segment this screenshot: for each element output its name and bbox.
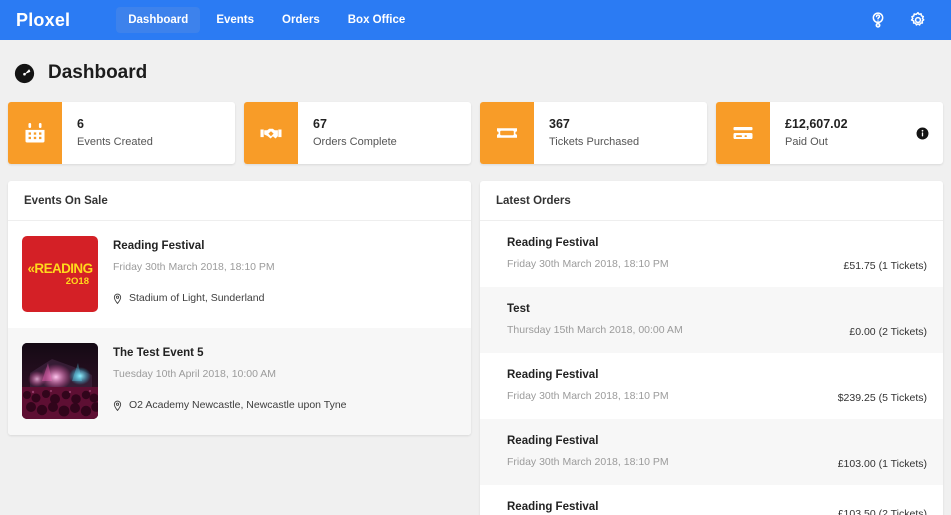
stat-value: 367 bbox=[549, 117, 570, 132]
stat-icon-container bbox=[8, 102, 62, 164]
stat-body: 367 Tickets Purchased bbox=[534, 102, 707, 164]
stat-card-orders-complete[interactable]: 67 Orders Complete bbox=[244, 102, 471, 164]
page-header: Dashboard bbox=[0, 40, 951, 102]
ticket-icon bbox=[495, 121, 519, 145]
stat-label: Events Created bbox=[77, 136, 153, 149]
order-amount: £103.00 (1 Tickets) bbox=[837, 458, 927, 470]
order-event-name: Test bbox=[507, 303, 530, 315]
events-on-sale-panel: Events On Sale «READING 2O18 Reading Fes… bbox=[8, 181, 471, 435]
page-title: Dashboard bbox=[48, 62, 148, 83]
event-thumbnail: «READING 2O18 bbox=[22, 236, 98, 312]
credit-card-icon bbox=[731, 121, 755, 145]
event-list-item[interactable]: The Test Event 5 Tuesday 10th April 2018… bbox=[8, 328, 471, 435]
nav-link-dashboard[interactable]: Dashboard bbox=[116, 7, 201, 33]
info-icon[interactable] bbox=[916, 127, 929, 140]
stat-card-events-created[interactable]: 6 Events Created bbox=[8, 102, 235, 164]
order-list-item[interactable]: Reading Festival Friday 30th March 2018,… bbox=[480, 221, 943, 287]
events-panel-title: Events On Sale bbox=[8, 181, 471, 221]
event-thumbnail-line2: 2O18 bbox=[65, 276, 89, 287]
calendar-icon bbox=[23, 121, 47, 145]
order-amount: £0.00 (2 Tickets) bbox=[849, 326, 927, 338]
event-name[interactable]: The Test Event 5 bbox=[113, 345, 455, 362]
top-navbar: Ploxel Dashboard Events Orders Box Offic… bbox=[0, 0, 951, 40]
order-list-item[interactable]: Test Thursday 15th March 2018, 00:00 AM … bbox=[480, 287, 943, 353]
order-amount: $239.25 (5 Tickets) bbox=[837, 392, 927, 404]
question-circle-icon[interactable] bbox=[869, 11, 887, 29]
event-thumbnail-line1: «READING bbox=[27, 260, 94, 276]
stat-value: 6 bbox=[77, 117, 84, 132]
map-pin-icon bbox=[113, 293, 122, 304]
brand-logo[interactable]: Ploxel bbox=[16, 10, 70, 31]
event-name[interactable]: Reading Festival bbox=[113, 238, 455, 255]
stat-value: £12,607.02 bbox=[785, 117, 848, 132]
order-list-item[interactable]: Reading Festival £103.50 (2 Tickets) bbox=[480, 485, 943, 515]
stat-icon-container bbox=[480, 102, 534, 164]
stat-value: 67 bbox=[313, 117, 327, 132]
handshake-icon bbox=[259, 121, 283, 145]
event-venue-text: Stadium of Light, Sunderland bbox=[129, 292, 265, 304]
order-details: Reading Festival Friday 30th March 2018,… bbox=[507, 433, 669, 471]
order-amount: £51.75 (1 Tickets) bbox=[843, 260, 927, 272]
nav-link-orders[interactable]: Orders bbox=[270, 7, 332, 33]
stat-info-wrapper bbox=[916, 102, 943, 164]
stat-label: Paid Out bbox=[785, 136, 828, 149]
order-details: Reading Festival Friday 30th March 2018,… bbox=[507, 367, 669, 405]
event-info: The Test Event 5 Tuesday 10th April 2018… bbox=[113, 343, 455, 411]
stat-body: £12,607.02 Paid Out bbox=[770, 102, 916, 164]
order-details: Reading Festival bbox=[507, 499, 598, 515]
order-event-date: Friday 30th March 2018, 18:10 PM bbox=[507, 390, 669, 403]
nav-links: Dashboard Events Orders Box Office bbox=[116, 7, 417, 33]
event-list-item[interactable]: «READING 2O18 Reading Festival Friday 30… bbox=[8, 221, 471, 328]
order-event-date: Thursday 15th March 2018, 00:00 AM bbox=[507, 324, 683, 337]
latest-orders-panel: Latest Orders Reading Festival Friday 30… bbox=[480, 181, 943, 515]
order-list-item[interactable]: Reading Festival Friday 30th March 2018,… bbox=[480, 353, 943, 419]
order-event-name: Reading Festival bbox=[507, 501, 599, 513]
order-amount: £103.50 (2 Tickets) bbox=[837, 508, 927, 515]
stat-icon-container bbox=[244, 102, 298, 164]
event-thumbnail bbox=[22, 343, 98, 419]
order-details: Test Thursday 15th March 2018, 00:00 AM bbox=[507, 301, 683, 339]
map-pin-icon bbox=[113, 400, 122, 411]
order-details: Reading Festival Friday 30th March 2018,… bbox=[507, 235, 669, 273]
gear-icon[interactable] bbox=[909, 11, 927, 29]
event-venue: O2 Academy Newcastle, Newcastle upon Tyn… bbox=[113, 399, 455, 411]
stat-card-tickets-purchased[interactable]: 367 Tickets Purchased bbox=[480, 102, 707, 164]
stat-label: Tickets Purchased bbox=[549, 136, 640, 149]
stat-body: 6 Events Created bbox=[62, 102, 235, 164]
event-date: Tuesday 10th April 2018, 10:00 AM bbox=[113, 368, 277, 381]
order-list-item[interactable]: Reading Festival Friday 30th March 2018,… bbox=[480, 419, 943, 485]
event-venue-text: O2 Academy Newcastle, Newcastle upon Tyn… bbox=[129, 399, 347, 411]
stat-icon-container bbox=[716, 102, 770, 164]
orders-panel-title: Latest Orders bbox=[480, 181, 943, 221]
order-event-date: Friday 30th March 2018, 18:10 PM bbox=[507, 456, 669, 469]
stat-body: 67 Orders Complete bbox=[298, 102, 471, 164]
stat-label: Orders Complete bbox=[313, 136, 397, 149]
stats-row: 6 Events Created 67 Orders Complete 367 … bbox=[0, 102, 951, 164]
nav-link-box-office[interactable]: Box Office bbox=[336, 7, 418, 33]
event-venue: Stadium of Light, Sunderland bbox=[113, 292, 455, 304]
stat-card-paid-out[interactable]: £12,607.02 Paid Out bbox=[716, 102, 943, 164]
nav-right-actions bbox=[869, 11, 937, 29]
order-event-name: Reading Festival bbox=[507, 435, 599, 447]
nav-link-events[interactable]: Events bbox=[204, 7, 266, 33]
event-info: Reading Festival Friday 30th March 2018,… bbox=[113, 236, 455, 304]
order-event-name: Reading Festival bbox=[507, 237, 599, 249]
panels-row: Events On Sale «READING 2O18 Reading Fes… bbox=[0, 164, 951, 515]
order-event-date: Friday 30th March 2018, 18:10 PM bbox=[507, 258, 669, 271]
tachometer-icon bbox=[14, 63, 35, 84]
order-event-name: Reading Festival bbox=[507, 369, 599, 381]
event-date: Friday 30th March 2018, 18:10 PM bbox=[113, 261, 275, 274]
